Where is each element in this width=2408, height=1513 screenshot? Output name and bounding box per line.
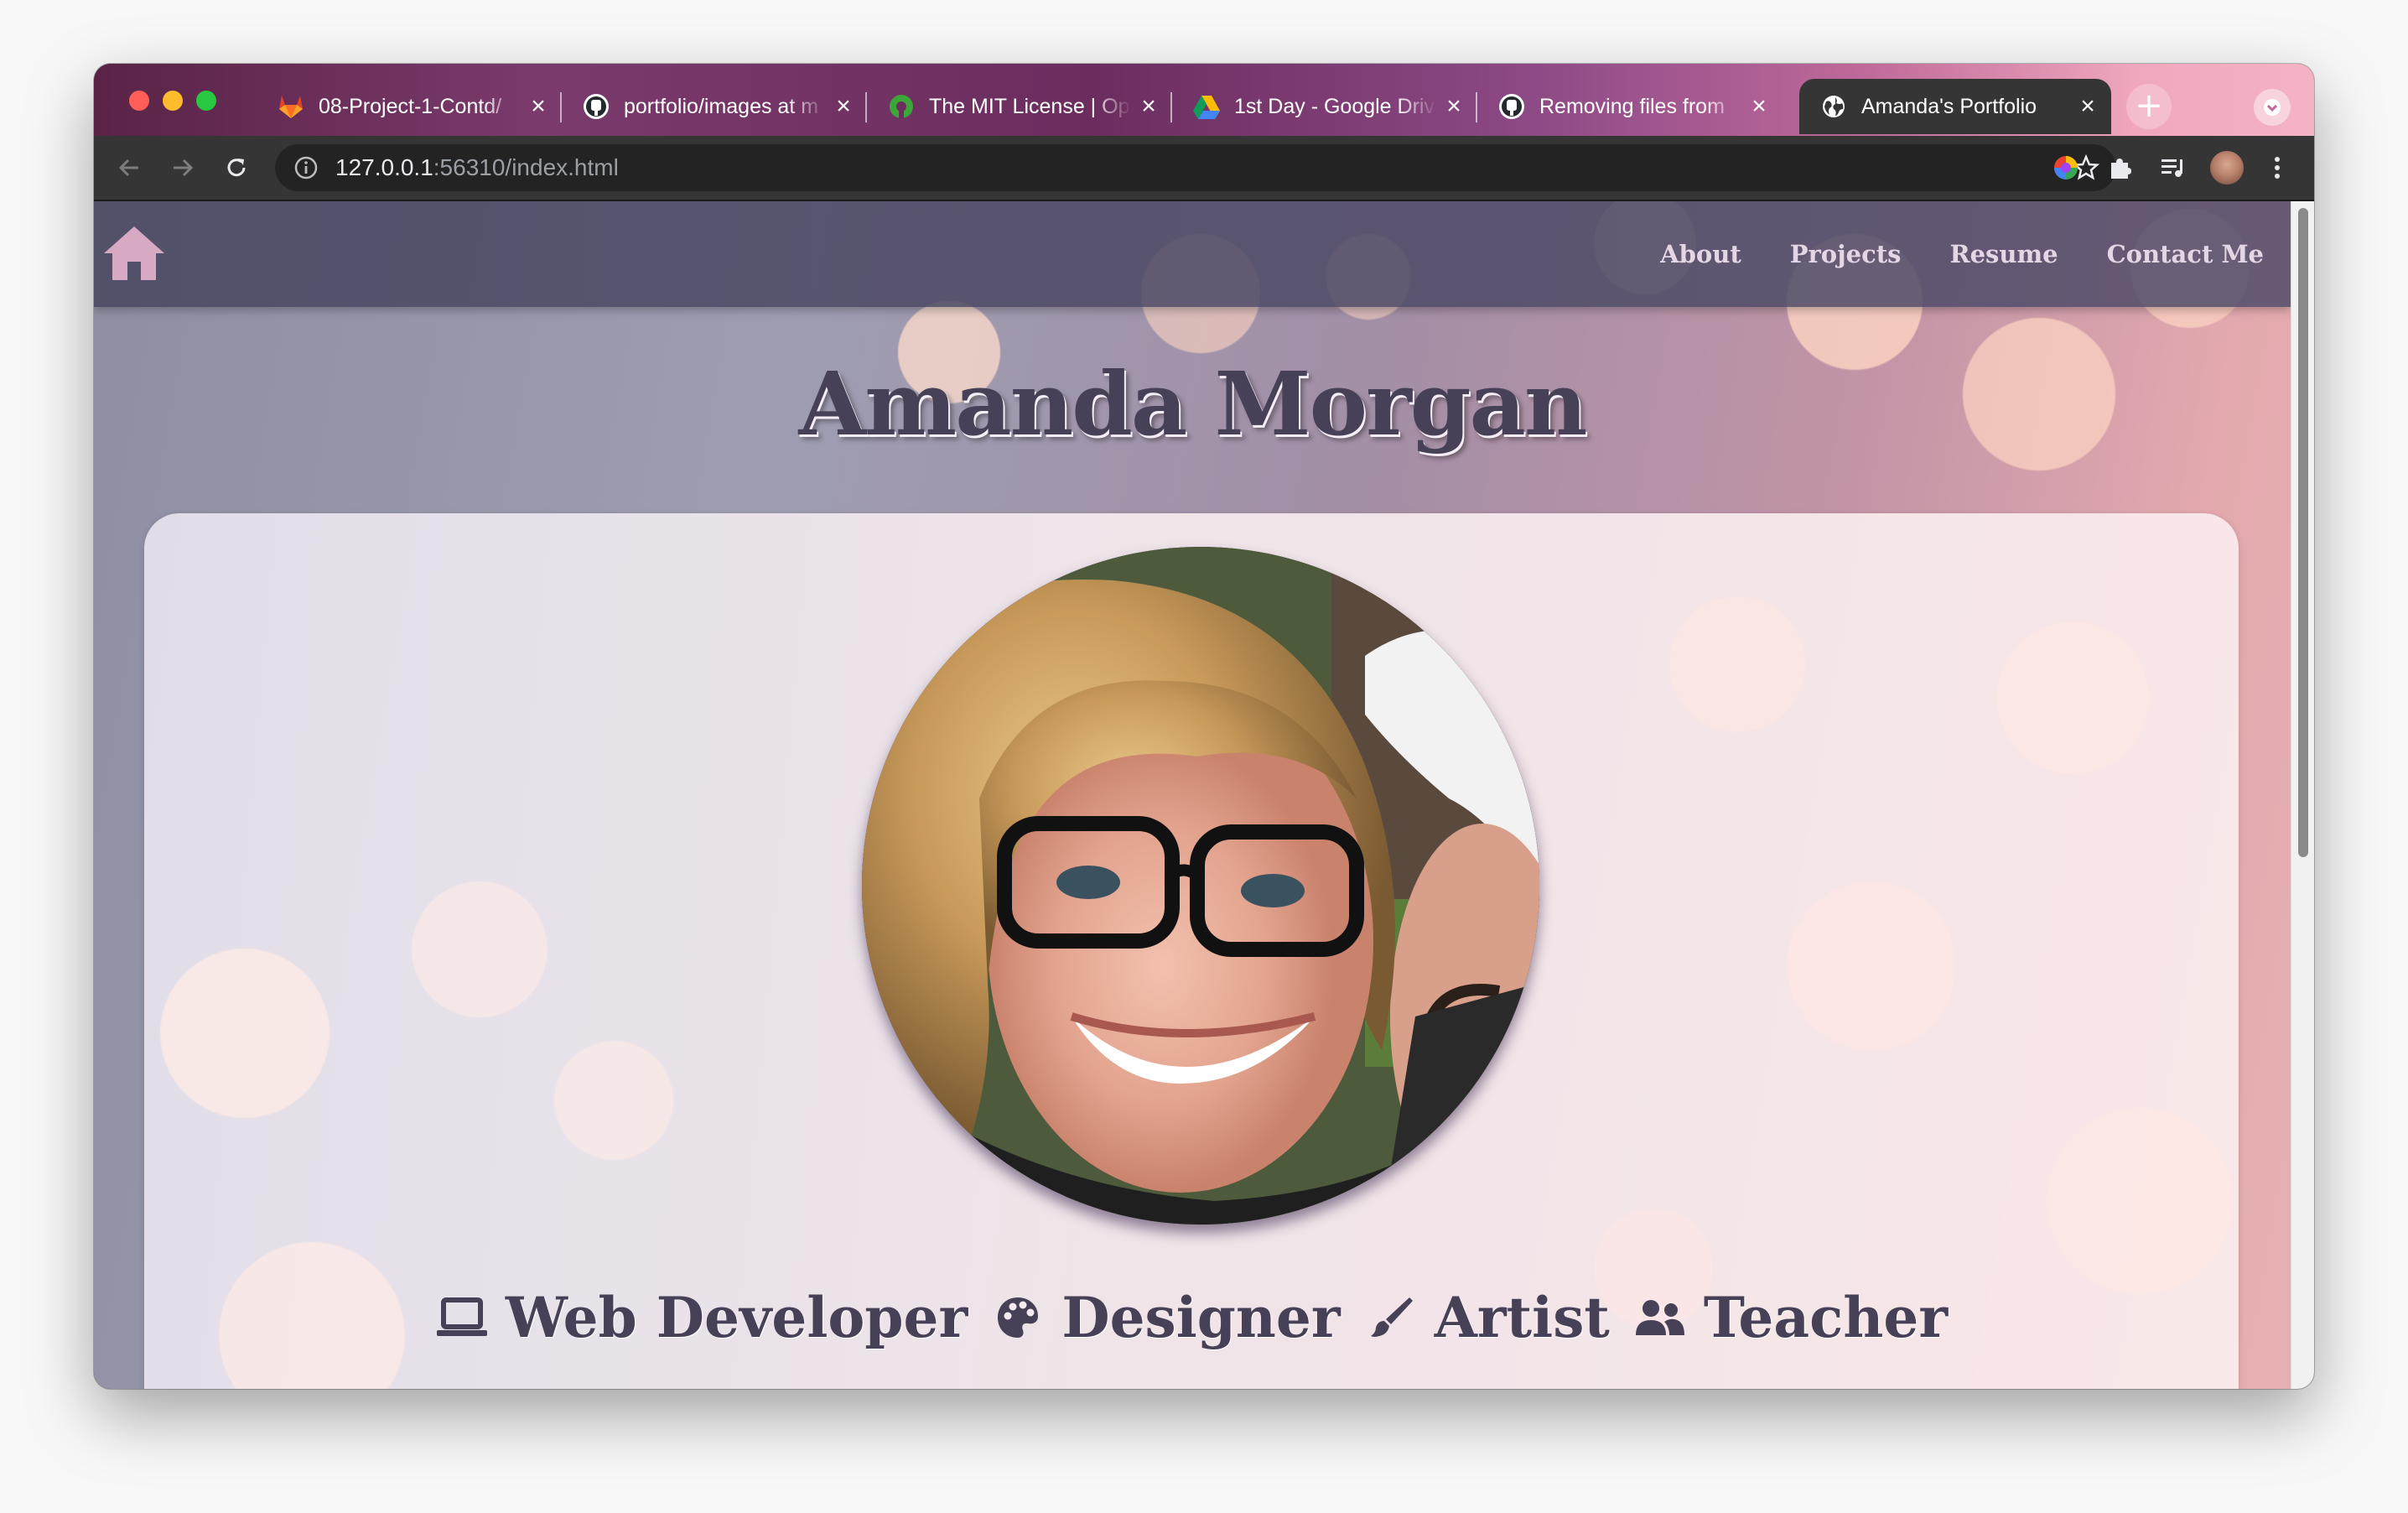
tab-amandas-portfolio[interactable]: Amanda's Portfolio ×: [1799, 79, 2111, 134]
tab-close-icon[interactable]: ×: [827, 92, 860, 121]
tab-github-portfolio-images[interactable]: portfolio/images at m ×: [562, 79, 867, 134]
new-tab-button[interactable]: +: [2126, 84, 2172, 129]
tab-close-icon[interactable]: ×: [1742, 92, 1776, 121]
nav-link-about[interactable]: About: [1660, 240, 1741, 268]
roles-list: Web Developer Designer Artist Teacher: [144, 1285, 2239, 1350]
address-bar[interactable]: 127.0.0.1:56310/index.html: [275, 144, 2116, 191]
profile-photo-image: [862, 547, 1539, 1224]
paintbrush-icon: [1364, 1294, 1418, 1341]
osi-icon: [887, 92, 916, 121]
role-item: Artist: [1364, 1285, 1610, 1350]
nav-link-contact[interactable]: Contact Me: [2107, 240, 2264, 268]
gitlab-icon: [277, 92, 305, 121]
tab-close-icon[interactable]: ×: [1437, 92, 1471, 121]
browser-window: 08-Project-1-Contd/ × portfolio/images a…: [94, 64, 2314, 1389]
minimize-window-button[interactable]: [163, 91, 183, 111]
url-text: 127.0.0.1:56310/index.html: [335, 154, 619, 181]
github-icon: [1497, 92, 1526, 121]
users-icon: [1633, 1294, 1687, 1341]
browser-menu-button[interactable]: [2259, 149, 2296, 186]
back-button[interactable]: [109, 148, 149, 188]
close-window-button[interactable]: [129, 91, 149, 111]
more-vertical-icon: [2275, 157, 2280, 179]
url-host: 127.0.0.1: [335, 154, 433, 180]
arrow-left-icon: [118, 159, 138, 177]
page-title: Amanda Morgan: [798, 352, 1587, 455]
role-label: Artist: [1434, 1285, 1610, 1350]
role-item: Teacher: [1633, 1285, 1948, 1350]
tab-title: 1st Day - Google Driv: [1234, 94, 1435, 118]
role-item: Web Developer: [435, 1285, 968, 1350]
nav-link-resume[interactable]: Resume: [1949, 240, 2058, 268]
profile-avatar[interactable]: [2208, 149, 2245, 186]
tab-close-icon[interactable]: ×: [1132, 92, 1165, 121]
tab-search-button[interactable]: [2254, 89, 2291, 126]
nav-links: About Projects Resume Contact Me: [1611, 201, 2264, 307]
reload-icon: [227, 159, 246, 177]
zoom-window-button[interactable]: [196, 91, 216, 111]
extension-color-icon[interactable]: [2047, 149, 2084, 186]
media-queue-icon[interactable]: [2155, 149, 2192, 186]
site-navbar: About Projects Resume Contact Me: [94, 201, 2291, 307]
tab-close-icon[interactable]: ×: [2071, 92, 2104, 121]
tab-mit-license[interactable]: The MIT License | Op ×: [867, 79, 1172, 134]
role-label: Teacher: [1703, 1285, 1949, 1350]
profile-photo: [862, 547, 1539, 1224]
info-icon[interactable]: [293, 155, 319, 180]
page-scrollbar[interactable]: [2291, 201, 2314, 1389]
forward-button[interactable]: [163, 148, 203, 188]
tab-title: 08-Project-1-Contd/: [319, 94, 502, 118]
github-icon: [582, 92, 610, 121]
nav-link-projects[interactable]: Projects: [1790, 240, 1902, 268]
palette-icon: [991, 1294, 1045, 1341]
google-drive-icon: [1192, 92, 1221, 121]
tab-strip: 08-Project-1-Contd/ × portfolio/images a…: [94, 64, 2314, 136]
avatar-icon: [2210, 151, 2244, 185]
home-icon[interactable]: [101, 223, 168, 283]
tab-google-drive[interactable]: 1st Day - Google Driv ×: [1172, 79, 1477, 134]
arrow-right-icon: [174, 159, 194, 177]
tab-title: Amanda's Portfolio: [1861, 94, 2037, 118]
tab-title: Removing files from: [1539, 94, 1725, 118]
reload-button[interactable]: [216, 148, 257, 188]
extensions-puzzle-icon[interactable]: [2101, 149, 2138, 186]
chevron-down-icon: [2264, 99, 2281, 116]
web-page: About Projects Resume Contact Me Amanda …: [94, 201, 2291, 1389]
scrollbar-thumb[interactable]: [2298, 208, 2308, 857]
globe-icon: [1819, 92, 1848, 121]
tab-title: portfolio/images at m: [624, 94, 819, 118]
url-path: :56310/index.html: [433, 154, 619, 180]
tab-title: The MIT License | Op: [929, 94, 1130, 118]
tab-gitlab-project[interactable]: 08-Project-1-Contd/ ×: [257, 79, 562, 134]
tab-close-icon[interactable]: ×: [522, 92, 555, 121]
role-label: Web Developer: [505, 1285, 968, 1350]
laptop-icon: [435, 1294, 489, 1341]
browser-toolbar: 127.0.0.1:56310/index.html: [94, 136, 2314, 201]
role-label: Designer: [1061, 1285, 1341, 1350]
tab-github-removing-files[interactable]: Removing files from ×: [1477, 79, 1783, 134]
role-item: Designer: [991, 1285, 1341, 1350]
intro-card: Web Developer Designer Artist Teacher: [144, 513, 2239, 1389]
